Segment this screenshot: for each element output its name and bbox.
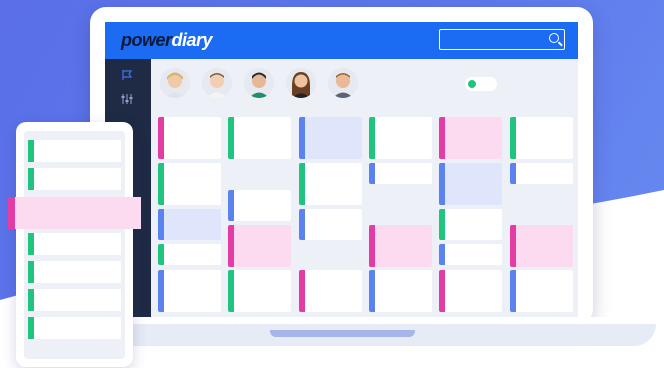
practitioner-avatar[interactable]	[202, 68, 232, 98]
phone-appointment[interactable]	[28, 140, 121, 162]
search-icon[interactable]	[549, 33, 559, 43]
practitioner-avatar[interactable]	[244, 68, 274, 98]
appointment-card[interactable]	[299, 270, 362, 312]
practitioner-avatar[interactable]	[328, 68, 358, 98]
appointment-card[interactable]	[228, 225, 291, 267]
appointment-card[interactable]	[299, 209, 362, 240]
appointment-card[interactable]	[510, 163, 573, 184]
phone-frame	[16, 122, 133, 367]
top-bar: powerdiary	[105, 22, 578, 59]
appointment-card[interactable]	[439, 117, 502, 159]
phone-appointment[interactable]	[28, 261, 121, 283]
laptop-frame: powerdiary	[90, 7, 593, 325]
appointment-card[interactable]	[299, 117, 362, 159]
phone-appointment[interactable]	[28, 317, 121, 339]
appointment-card[interactable]	[158, 270, 221, 312]
appointment-card[interactable]	[158, 117, 221, 159]
appointment-card[interactable]	[510, 225, 573, 267]
appointment-card[interactable]	[158, 244, 221, 265]
app-logo[interactable]: powerdiary	[121, 30, 213, 51]
appointment-card[interactable]	[228, 117, 291, 159]
logo-text-diary: diary	[171, 30, 213, 50]
app-window: powerdiary	[105, 22, 578, 318]
appointment-card[interactable]	[228, 270, 291, 312]
appointment-card[interactable]	[369, 163, 432, 184]
flag-icon[interactable]	[121, 69, 133, 81]
phone-screen	[24, 131, 125, 359]
search-input[interactable]	[439, 29, 565, 50]
logo-text-power: power	[121, 30, 172, 50]
appointment-card[interactable]	[439, 163, 502, 205]
appointment-card[interactable]	[158, 209, 221, 240]
laptop-notch	[270, 330, 415, 337]
phone-appointment[interactable]	[28, 289, 121, 311]
appointment-card[interactable]	[510, 117, 573, 159]
view-toggle[interactable]	[465, 77, 497, 91]
appointment-card[interactable]	[369, 225, 432, 267]
appointment-card[interactable]	[510, 270, 573, 312]
practitioner-avatar[interactable]	[160, 68, 190, 98]
phone-appointment[interactable]	[28, 168, 121, 190]
appointment-card[interactable]	[439, 244, 502, 265]
appointment-card[interactable]	[369, 117, 432, 159]
calendar-area	[151, 59, 578, 318]
phone-appointment[interactable]	[28, 233, 121, 255]
appointment-card[interactable]	[369, 270, 432, 312]
appointment-card[interactable]	[158, 163, 221, 205]
appointment-card[interactable]	[439, 270, 502, 312]
highlighted-appointment[interactable]	[8, 197, 141, 229]
appointment-card[interactable]	[299, 163, 362, 205]
sliders-icon[interactable]	[121, 93, 133, 105]
appointment-card[interactable]	[439, 209, 502, 240]
practitioner-avatar[interactable]	[286, 68, 316, 98]
appointment-card[interactable]	[228, 190, 291, 221]
